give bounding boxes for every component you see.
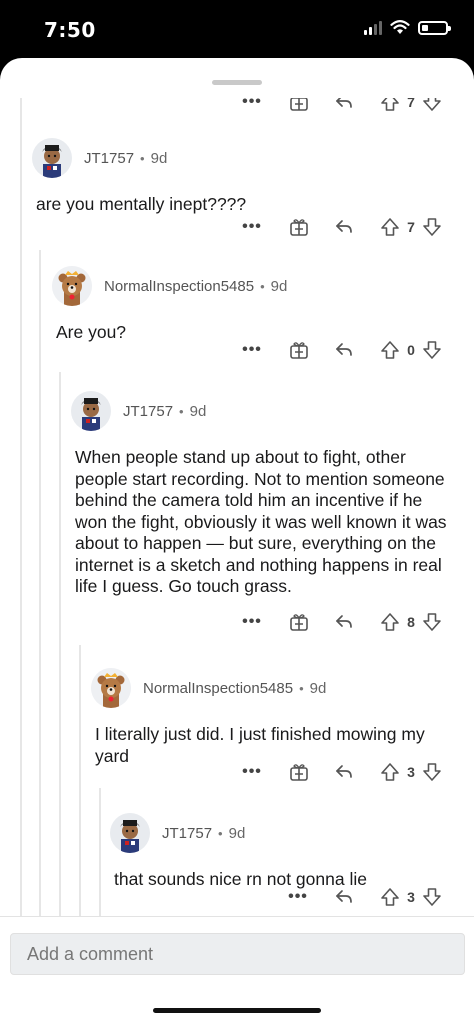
separator: •	[179, 403, 184, 419]
comment-author[interactable]: NormalInspection5485	[104, 278, 254, 295]
downvote-icon[interactable]	[422, 762, 442, 782]
more-options-icon[interactable]: •••	[240, 341, 264, 359]
separator: •	[299, 680, 304, 696]
jt-avatar[interactable]	[110, 813, 150, 853]
upvote-icon[interactable]	[380, 217, 400, 237]
reply-icon[interactable]	[334, 98, 354, 111]
upvote-icon[interactable]	[380, 612, 400, 632]
comment: JT1757 • 9d that sounds nice rn not gonn…	[110, 807, 456, 891]
reply-icon[interactable]	[334, 613, 354, 631]
comment-author[interactable]: JT1757	[84, 150, 134, 167]
comment-actions: ••• 8	[240, 610, 442, 634]
sheet-grabber[interactable]	[212, 80, 262, 85]
status-icons	[364, 20, 451, 35]
bear-avatar[interactable]	[52, 266, 92, 306]
vote-score: 8	[407, 614, 415, 630]
add-comment-input[interactable]: Add a comment	[10, 933, 465, 975]
comment-age: 9d	[150, 149, 168, 167]
award-icon[interactable]	[288, 98, 310, 113]
comment: NormalInspection5485 • 9d Are you?	[52, 260, 456, 344]
thread-line[interactable]	[99, 788, 101, 918]
downvote-icon[interactable]	[422, 612, 442, 632]
more-options-icon[interactable]: •••	[240, 613, 264, 631]
comment-actions: ••• 3	[286, 885, 442, 909]
comment-thread[interactable]: ••• 7 JT1757 • 9d are you mentally inept…	[0, 98, 474, 918]
more-options-icon[interactable]: •••	[286, 888, 310, 906]
vote-score: 7	[407, 98, 415, 110]
comment: JT1757 • 9d are you mentally inept????	[32, 132, 456, 216]
award-icon[interactable]	[288, 761, 310, 783]
vote-score: 0	[407, 342, 415, 358]
vote-score: 3	[407, 889, 415, 905]
battery-icon	[418, 20, 451, 35]
award-icon[interactable]	[288, 216, 310, 238]
reply-icon[interactable]	[334, 763, 354, 781]
status-bar: 7:50	[0, 0, 474, 60]
comment-age: 9d	[309, 679, 327, 697]
separator: •	[140, 150, 145, 166]
comment-actions: ••• 7	[240, 215, 442, 239]
downvote-icon[interactable]	[422, 98, 442, 112]
reply-icon[interactable]	[334, 888, 354, 906]
comment-author[interactable]: JT1757	[123, 403, 173, 420]
thread-line[interactable]	[39, 250, 41, 918]
vote-score: 3	[407, 764, 415, 780]
award-icon[interactable]	[288, 339, 310, 361]
comment-age: 9d	[228, 824, 246, 842]
comment: JT1757 • 9d When people stand up about t…	[71, 385, 456, 598]
separator: •	[260, 278, 265, 294]
thread-line[interactable]	[59, 372, 61, 918]
home-indicator	[153, 1008, 321, 1013]
comment-author[interactable]: NormalInspection5485	[143, 680, 293, 697]
comment-actions: ••• 3	[240, 760, 442, 784]
upvote-icon[interactable]	[380, 887, 400, 907]
cellular-signal-icon	[364, 20, 382, 35]
bear-avatar[interactable]	[91, 668, 131, 708]
jt-avatar[interactable]	[32, 138, 72, 178]
more-options-icon[interactable]: •••	[240, 218, 264, 236]
more-options-icon[interactable]: •••	[240, 98, 264, 111]
reply-icon[interactable]	[334, 218, 354, 236]
downvote-icon[interactable]	[422, 217, 442, 237]
status-time: 7:50	[44, 18, 96, 42]
comment-age: 9d	[189, 402, 207, 420]
upvote-icon[interactable]	[380, 762, 400, 782]
reply-icon[interactable]	[334, 341, 354, 359]
vote-score: 7	[407, 219, 415, 235]
comment-sheet: ••• 7 JT1757 • 9d are you mentally inept…	[0, 58, 474, 1025]
comment-author[interactable]: JT1757	[162, 825, 212, 842]
separator: •	[218, 825, 223, 841]
jt-avatar[interactable]	[71, 391, 111, 431]
comment-age: 9d	[270, 277, 288, 295]
thread-line[interactable]	[20, 98, 22, 918]
downvote-icon[interactable]	[422, 340, 442, 360]
more-options-icon[interactable]: •••	[240, 763, 264, 781]
comment-text: When people stand up about to fight, oth…	[75, 447, 447, 596]
comment-actions: ••• 0	[240, 338, 442, 362]
award-icon[interactable]	[288, 611, 310, 633]
comment-actions: ••• 7	[240, 98, 442, 114]
thread-line[interactable]	[79, 645, 81, 918]
comment: NormalInspection5485 • 9d I literally ju…	[91, 662, 456, 767]
upvote-icon[interactable]	[380, 98, 400, 112]
wifi-icon	[390, 20, 410, 34]
upvote-icon[interactable]	[380, 340, 400, 360]
comment-text: are you mentally inept????	[36, 194, 247, 214]
downvote-icon[interactable]	[422, 887, 442, 907]
